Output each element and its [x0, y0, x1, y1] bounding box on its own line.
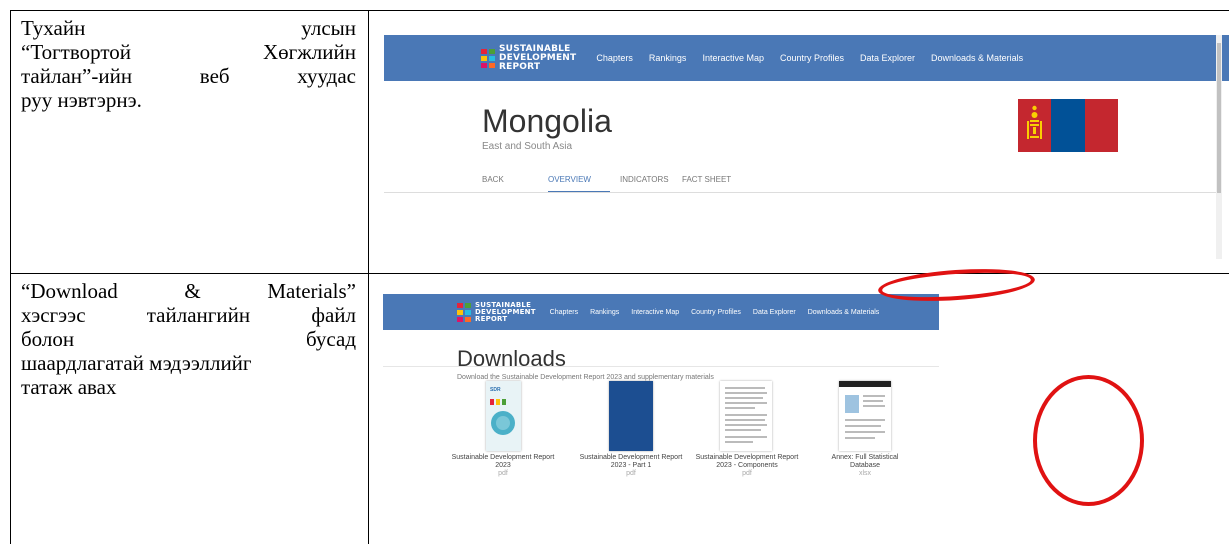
logo-line3: REPORT	[475, 314, 508, 323]
download-caption: Sustainable Development Report 2023	[451, 454, 555, 469]
row1-line3: тайлан”-ийн веб хуудас	[21, 64, 356, 88]
row2-line2: хэсгээс тайлангийн файл	[21, 303, 356, 327]
nav-data-explorer[interactable]: Data Explorer	[860, 53, 915, 63]
table-row-divider	[10, 273, 1229, 274]
downloads-divider	[383, 366, 939, 367]
page-scrollbar[interactable]	[1216, 35, 1222, 259]
mongolia-flag-icon	[1018, 99, 1118, 152]
download-item-2[interactable]: Sustainable Development Report 2023 - Pa…	[579, 454, 683, 478]
row2-line5: татаж авах	[21, 375, 117, 399]
nav-interactive-map[interactable]: Interactive Map	[631, 309, 679, 316]
report-cover-thumbnail[interactable]: SDR	[486, 381, 521, 451]
site-navbar-small: SUSTAINABLE DEVELOPMENT REPORT Chapters …	[383, 294, 939, 330]
nav-downloads-materials[interactable]: Downloads & Materials	[808, 309, 880, 316]
sdg-dots-icon	[457, 302, 471, 322]
report-components-thumbnail[interactable]	[720, 381, 772, 451]
nav-country-profiles[interactable]: Country Profiles	[691, 309, 741, 316]
nav-data-explorer[interactable]: Data Explorer	[753, 309, 796, 316]
row1-line1: Тухайн улсын	[21, 16, 356, 40]
country-region: East and South Asia	[482, 141, 573, 152]
nav-country-profiles[interactable]: Country Profiles	[780, 53, 844, 63]
downloads-subtitle: Download the Sustainable Development Rep…	[457, 374, 714, 381]
table-column-divider	[368, 10, 369, 544]
nav-chapters[interactable]: Chapters	[550, 309, 578, 316]
table-border-top	[10, 10, 1229, 11]
nav-rankings[interactable]: Rankings	[649, 53, 687, 63]
nav-downloads-materials[interactable]: Downloads & Materials	[931, 53, 1023, 63]
logo-line3: REPORT	[499, 61, 541, 72]
download-caption: Sustainable Development Report 2023 - Co…	[695, 454, 799, 469]
tab-fact-sheet[interactable]: FACT SHEET	[682, 175, 731, 184]
row1-line2: “Тогтвортой Хөгжлийн	[21, 40, 356, 64]
sdr-logo[interactable]: SUSTAINABLE DEVELOPMENT REPORT	[481, 44, 576, 72]
download-caption: Annex: Full Statistical Database	[831, 454, 899, 469]
highlight-circle-downloads	[1033, 375, 1144, 506]
tab-overview[interactable]: OVERVIEW	[548, 175, 591, 184]
row2-line3: болон бусад	[21, 327, 356, 351]
nav-rankings[interactable]: Rankings	[590, 309, 619, 316]
download-item-1[interactable]: Sustainable Development Report 2023 pdf	[451, 454, 555, 478]
downloads-title: Downloads	[457, 346, 566, 371]
report-part1-thumbnail[interactable]	[609, 381, 653, 451]
tab-indicators[interactable]: INDICATORS	[620, 175, 669, 184]
row2-line4: шаардлагатай мэдээллийг	[21, 351, 252, 375]
nav-chapters[interactable]: Chapters	[596, 53, 633, 63]
table-border-left	[10, 10, 11, 544]
download-filetype: pdf	[626, 470, 636, 477]
row2-line1: “Download & Materials”	[21, 279, 356, 303]
svg-text:SDR: SDR	[490, 387, 501, 393]
sdg-dots-icon	[481, 48, 495, 68]
download-filetype: pdf	[742, 470, 752, 477]
download-item-3[interactable]: Sustainable Development Report 2023 - Co…	[695, 454, 799, 478]
nav-interactive-map[interactable]: Interactive Map	[702, 53, 764, 63]
row2-instruction: “Download & Materials” хэсгээс тайлангий…	[21, 279, 356, 399]
row1-line4: руу нэвтэрнэ.	[21, 88, 142, 112]
downloads-screenshot: SUSTAINABLE DEVELOPMENT REPORT Chapters …	[383, 294, 939, 539]
statistical-database-thumbnail[interactable]	[839, 381, 891, 451]
site-navbar: SUSTAINABLE DEVELOPMENT REPORT Chapters …	[384, 35, 1229, 81]
download-filetype: pdf	[498, 470, 508, 477]
country-title: Mongolia	[482, 103, 612, 139]
download-caption: Sustainable Development Report 2023 - Pa…	[579, 454, 683, 469]
row1-instruction: Тухайн улсын “Тогтвортой Хөгжлийн тайлан…	[21, 16, 356, 112]
sdr-logo-small[interactable]: SUSTAINABLE DEVELOPMENT REPORT	[457, 301, 536, 323]
tab-back[interactable]: BACK	[482, 175, 504, 184]
download-item-4[interactable]: Annex: Full Statistical Database xlsx	[817, 454, 913, 478]
country-profile-screenshot: SUSTAINABLE DEVELOPMENT REPORT Chapters …	[384, 35, 1229, 259]
download-filetype: xlsx	[858, 470, 872, 477]
tabs-divider	[384, 192, 1222, 193]
